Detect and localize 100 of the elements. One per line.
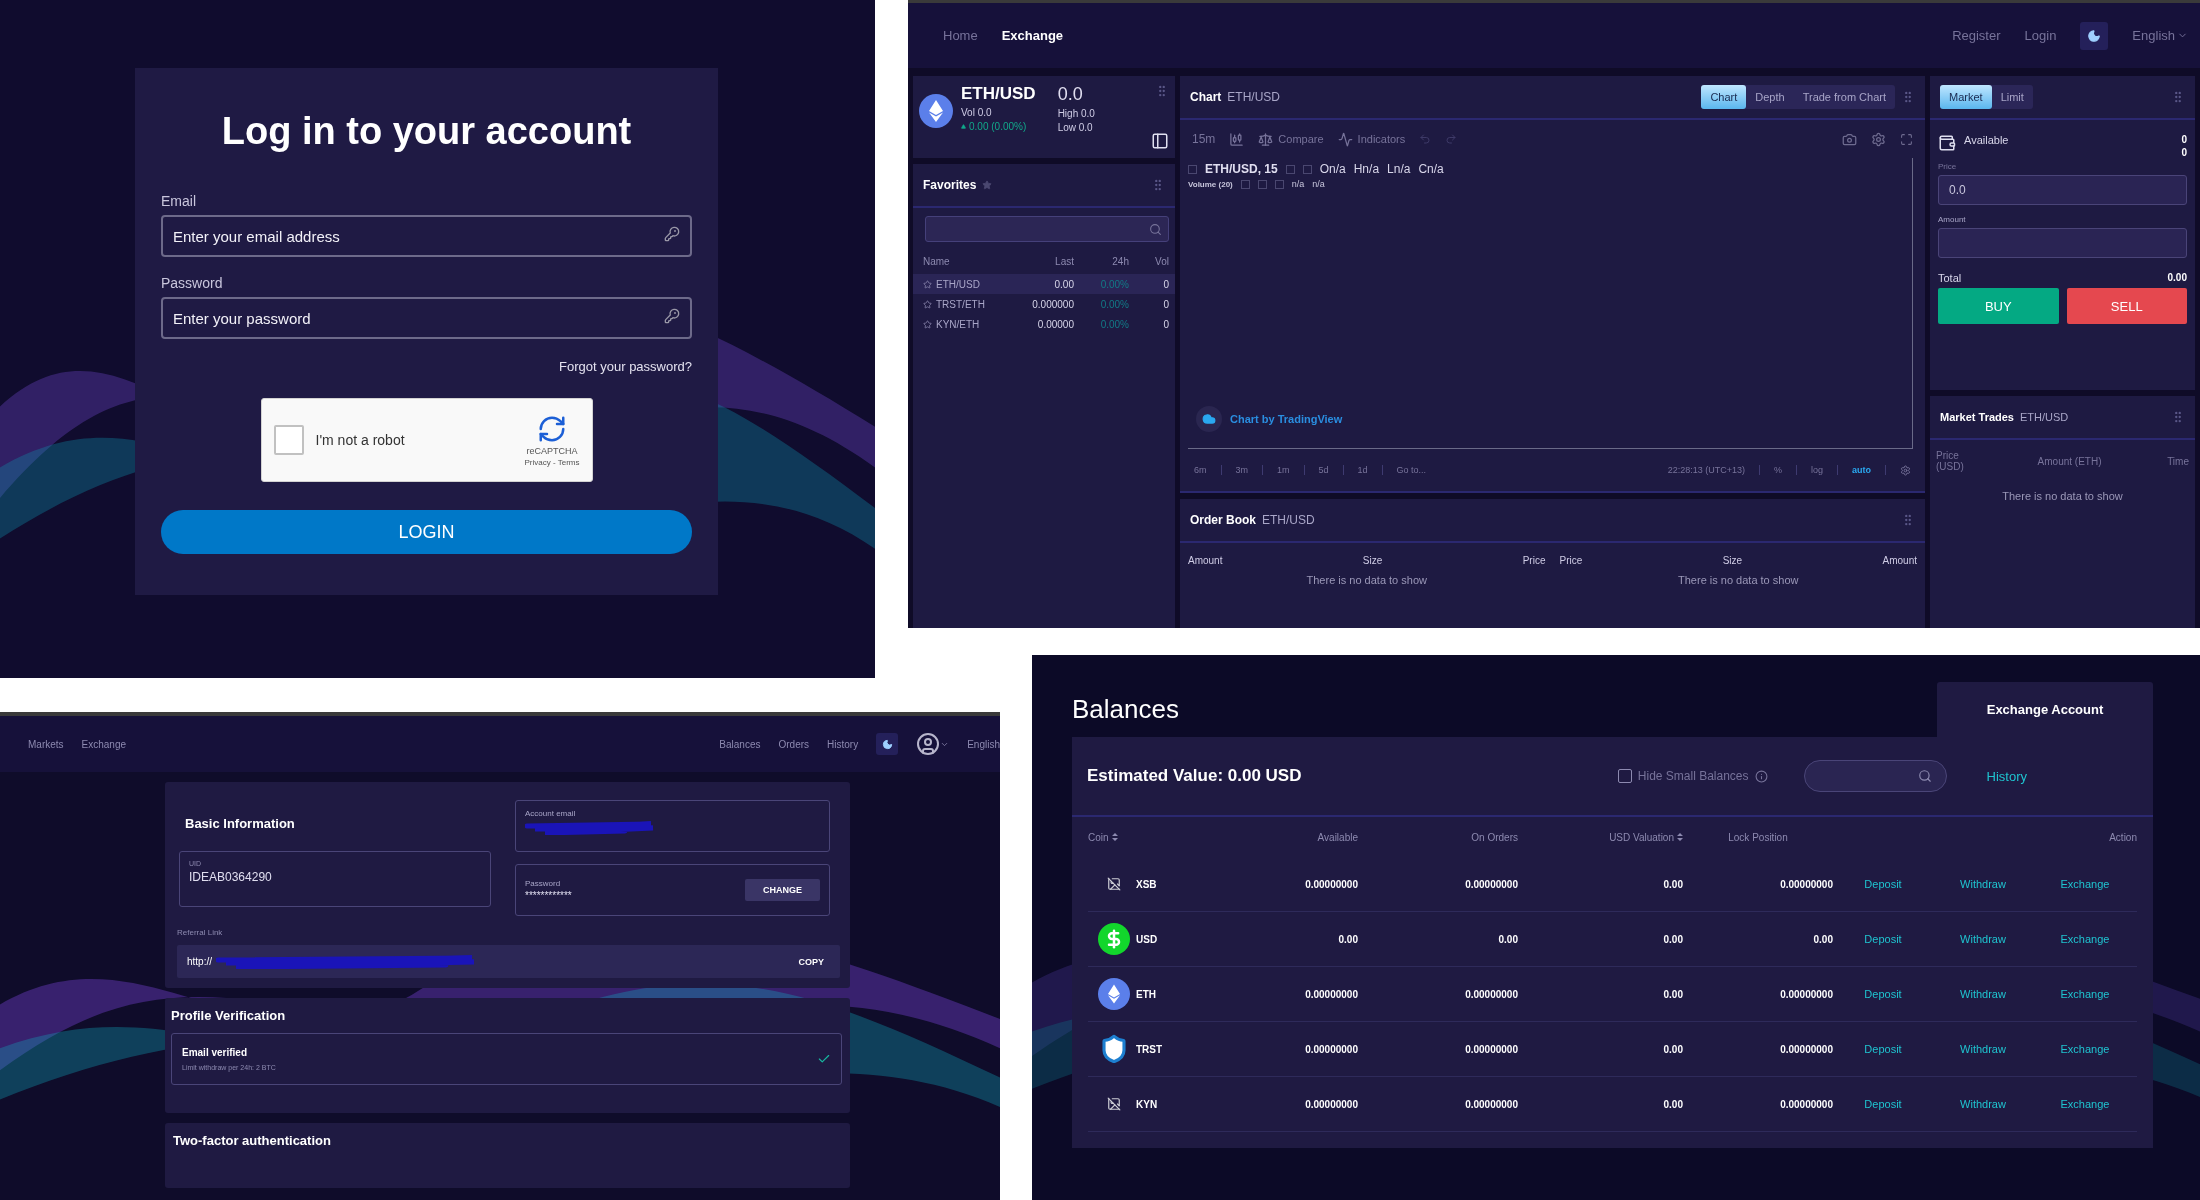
undo-icon[interactable]	[1419, 133, 1432, 145]
order-type-tab[interactable]: Market	[1940, 85, 1992, 109]
compare-button[interactable]: Compare	[1278, 133, 1324, 145]
action-link[interactable]: Exchange	[2033, 933, 2137, 945]
copy-button[interactable]: COPY	[792, 955, 830, 968]
symbol-legend[interactable]: ETH/USD, 15	[1205, 162, 1278, 176]
account-link[interactable]: Register	[1952, 28, 2001, 43]
range-button[interactable]: 1m	[1277, 465, 1290, 475]
forgot-password-link[interactable]: Forgot your password?	[559, 359, 692, 374]
action-link[interactable]: Withdraw	[1933, 933, 2033, 945]
captcha-checkbox[interactable]	[273, 425, 304, 455]
action-link[interactable]: Deposit	[1833, 1043, 1933, 1055]
action-link[interactable]: Deposit	[1833, 878, 1933, 890]
action-link[interactable]: Deposit	[1833, 988, 1933, 1000]
action-link[interactable]: Deposit	[1833, 933, 1933, 945]
search-field[interactable]	[1803, 760, 1947, 792]
nav-link[interactable]: History	[827, 738, 859, 750]
action-link[interactable]: Withdraw	[1933, 1098, 2033, 1110]
nav-link[interactable]: Exchange	[1001, 28, 1064, 43]
usd-valuation-value: 0.00	[1662, 933, 1683, 945]
scale-option[interactable]: log	[1811, 465, 1823, 475]
scale-icon[interactable]	[1258, 131, 1274, 147]
sell-button[interactable]: SELL	[2066, 288, 2187, 324]
pair-name: ETH/USD	[1227, 90, 1280, 104]
price-field[interactable]: 0.0	[1938, 175, 2187, 205]
order-type-tab[interactable]: Limit	[1991, 85, 2033, 109]
scale-option[interactable]: %	[1773, 465, 1782, 475]
action-link[interactable]: Exchange	[2033, 1043, 2137, 1055]
price-label: Price	[1938, 162, 1958, 171]
login-button[interactable]: LOGIN	[161, 510, 692, 554]
language-selector[interactable]: English	[2132, 28, 2175, 43]
tradingview-link[interactable]: Chart by TradingView	[1230, 413, 1343, 425]
search-field[interactable]	[925, 216, 1169, 242]
captcha-links[interactable]: Privacy - Terms	[524, 457, 580, 467]
collapse-icon[interactable]	[1188, 164, 1197, 174]
action-link[interactable]: Withdraw	[1933, 988, 2033, 1000]
candlestick-icon[interactable]	[1229, 131, 1245, 147]
scale-option[interactable]: auto	[1852, 465, 1871, 475]
nav-link[interactable]: Orders	[778, 738, 810, 750]
redo-icon[interactable]	[1445, 133, 1458, 145]
action-link[interactable]: Exchange	[2033, 878, 2137, 890]
chart-tab[interactable]: Chart	[1701, 85, 1747, 109]
email-field[interactable]: Enter your email address	[161, 215, 692, 257]
change-password-button[interactable]: CHANGE	[745, 879, 820, 901]
range-button[interactable]: 3m	[1235, 465, 1249, 475]
account-tab[interactable]: Exchange Account	[1937, 682, 2153, 737]
chart-tab[interactable]: Depth	[1746, 85, 1794, 109]
range-button[interactable]: 6m	[1194, 465, 1207, 475]
market-row[interactable]: TRST/ETH 0.000000 0.00% 0	[913, 294, 1175, 314]
range-button[interactable]: 5d	[1318, 465, 1329, 475]
star-icon[interactable]	[923, 319, 932, 329]
action-link[interactable]: Deposit	[1833, 1098, 1933, 1110]
amount-field[interactable]	[1938, 228, 2187, 258]
history-link[interactable]: History	[1986, 768, 2027, 784]
account-link[interactable]: Login	[2024, 28, 2057, 43]
action-link[interactable]: Withdraw	[1933, 878, 2033, 890]
action-link[interactable]: Withdraw	[1933, 1043, 2033, 1055]
camera-icon[interactable]	[1842, 131, 1857, 147]
star-icon	[982, 180, 993, 190]
language-selector[interactable]: English	[967, 738, 1000, 750]
high-text: High 0.0	[1057, 108, 1095, 119]
moon-icon[interactable]	[2087, 28, 2102, 43]
theme-toggle-button[interactable]	[876, 733, 899, 755]
indicators-button[interactable]: Indicators	[1357, 133, 1406, 145]
user-avatar-icon[interactable]	[916, 732, 941, 756]
column-header: Price	[1559, 555, 1583, 566]
market-row[interactable]: KYN/ETH 0.00000 0.00% 0	[913, 314, 1175, 334]
nav-link[interactable]: Balances	[719, 738, 761, 750]
volume-legend[interactable]: Volume (20)	[1188, 179, 1233, 189]
market-row[interactable]: ETH/USD 0.00 0.00% 0	[913, 274, 1175, 294]
volume-value: n/a	[1312, 179, 1325, 189]
action-link[interactable]: Exchange	[2033, 1098, 2137, 1110]
password-label: Password	[161, 275, 223, 291]
line-icon[interactable]	[1337, 131, 1353, 147]
nav-link[interactable]: Exchange	[81, 738, 127, 750]
password-field[interactable]: Enter your password	[161, 297, 692, 339]
star-icon[interactable]	[923, 279, 932, 289]
lock-position-value: 0.00000000	[1779, 988, 1833, 1000]
checkbox[interactable]	[1617, 769, 1632, 783]
sort-icon[interactable]	[1111, 833, 1118, 841]
interval-selector[interactable]: 15m	[1192, 132, 1216, 146]
column-header[interactable]: USD Valuation	[1609, 831, 1674, 843]
range-button[interactable]: Go to...	[1396, 465, 1427, 475]
nav-link[interactable]: Home	[943, 28, 978, 43]
chart-tab[interactable]: Trade from Chart	[1793, 85, 1895, 109]
empty-state-text: There is no data to show	[2001, 490, 2124, 502]
column-header[interactable]: Coin	[1088, 831, 1109, 843]
theme-toggle-button[interactable]	[2080, 21, 2109, 50]
action-link[interactable]: Exchange	[2033, 988, 2137, 1000]
sort-icon[interactable]	[1677, 833, 1683, 841]
star-icon[interactable]	[923, 299, 932, 309]
nav-link[interactable]: Markets	[28, 738, 64, 750]
range-button[interactable]: 1d	[1357, 465, 1368, 475]
empty-state-text: There is no data to show	[1305, 574, 1428, 586]
fullscreen-icon[interactable]	[1900, 132, 1913, 146]
column-header: Price	[1522, 555, 1546, 566]
settings-icon[interactable]	[1900, 464, 1911, 476]
moon-icon[interactable]	[881, 738, 893, 750]
settings-icon[interactable]	[1871, 131, 1886, 147]
layout-icon[interactable]	[1151, 132, 1169, 150]
